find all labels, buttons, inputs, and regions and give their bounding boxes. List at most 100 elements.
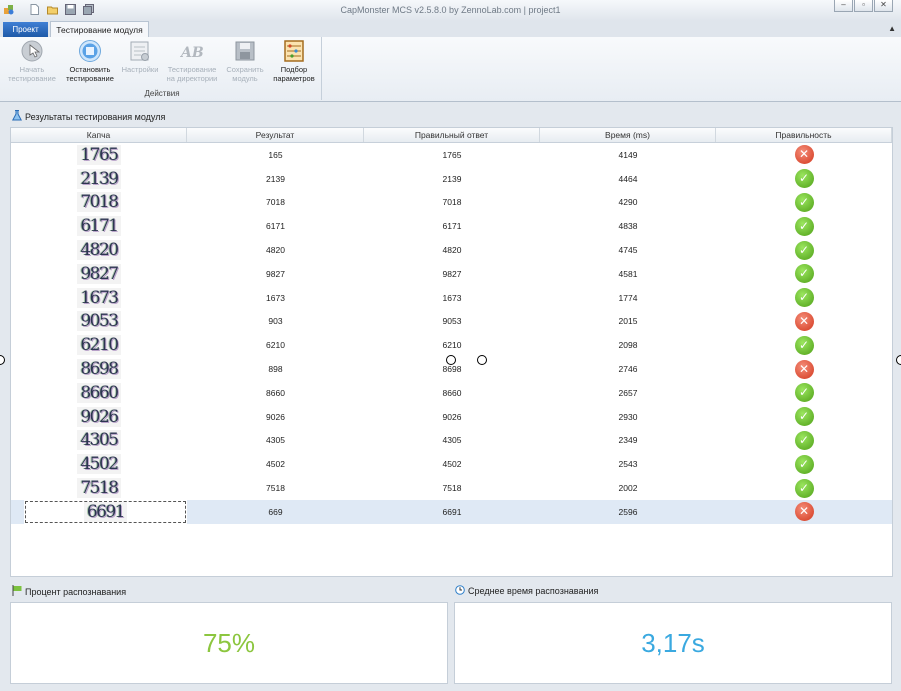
check-icon: ✓ [794, 264, 814, 284]
table-row[interactable]: 1673 1673 1673 1774 ✓ [11, 286, 892, 310]
result-cell: 7518 [266, 483, 285, 494]
time-cell: 4464 [618, 173, 638, 184]
cross-icon: ✕ [794, 502, 814, 522]
column-header-correctness[interactable]: Правильность [716, 128, 892, 142]
tab-project[interactable]: Проект [3, 22, 48, 37]
table-row[interactable]: 4502 4502 4502 2543 ✓ [11, 452, 892, 476]
time-cell: 2596 [618, 506, 638, 517]
captcha-image: 9827 [11, 262, 187, 286]
maximize-button[interactable]: ▫ [854, 0, 873, 12]
result-cell: 165 [268, 149, 283, 160]
time-cell: 2930 [618, 411, 638, 422]
time-cell: 2543 [618, 459, 638, 470]
avg-time-title: Среднее время распознавания [455, 585, 598, 597]
correctness-cell: ✓ [716, 335, 892, 355]
close-button[interactable]: ✕ [874, 0, 893, 12]
time-cell: 2015 [618, 316, 638, 327]
stop-icon [78, 39, 102, 63]
answer-cell: 7018 [442, 197, 462, 208]
recognition-percent-value: 75% [202, 628, 256, 658]
table-row[interactable]: 7018 7018 7018 4290 ✓ [11, 191, 892, 215]
table-row[interactable]: 8660 8660 8660 2657 ✓ [11, 381, 892, 405]
cross-icon: ✕ [794, 145, 814, 165]
table-row[interactable]: 6171 6171 6171 4838 ✓ [11, 214, 892, 238]
result-cell: 9026 [266, 411, 285, 422]
save-module-button[interactable]: Сохранить модуль [223, 39, 267, 83]
check-icon: ✓ [794, 430, 814, 450]
table-row[interactable]: 4305 4305 4305 2349 ✓ [11, 429, 892, 453]
answer-cell: 8660 [442, 387, 462, 398]
column-header-captcha[interactable]: Капча [11, 128, 187, 142]
captcha-image: 6171 [11, 214, 187, 238]
table-row[interactable]: 2139 2139 2139 4464 ✓ [11, 167, 892, 191]
captcha-image: 9053 [11, 310, 187, 334]
table-row[interactable]: 9827 9827 9827 4581 ✓ [11, 262, 892, 286]
result-cell: 4305 [266, 435, 285, 446]
settings-button[interactable]: Настройки [119, 39, 161, 75]
column-header-answer[interactable]: Правильный ответ [364, 128, 540, 142]
column-header-result[interactable]: Результат [187, 128, 364, 142]
check-icon: ✓ [794, 288, 814, 308]
results-table[interactable]: Капча Результат Правильный ответ Время (… [10, 127, 893, 577]
check-icon: ✓ [794, 383, 814, 403]
table-row[interactable]: 7518 7518 7518 2002 ✓ [11, 476, 892, 500]
time-cell: 4745 [618, 245, 638, 256]
captcha-image: 1673 [11, 286, 187, 310]
correctness-cell: ✓ [716, 407, 892, 427]
check-icon: ✓ [794, 335, 814, 355]
table-row[interactable]: 6691 669 6691 2596 ✕ [11, 499, 892, 524]
result-cell: 8660 [266, 387, 285, 398]
table-row[interactable]: 6210 6210 6210 2098 ✓ [11, 333, 892, 357]
captcha-image: 6691 [24, 499, 187, 524]
captcha-image: 9026 [11, 405, 187, 429]
minimize-button[interactable]: – [834, 0, 853, 12]
time-cell: 2746 [618, 364, 638, 375]
collapse-ribbon-icon[interactable]: ▲ [888, 24, 896, 33]
result-cell: 4820 [266, 245, 285, 256]
selection-handle[interactable] [896, 355, 901, 365]
answer-cell: 4305 [442, 435, 462, 446]
stop-testing-button[interactable]: Остановить тестирование [61, 39, 119, 83]
column-header-time[interactable]: Время (ms) [540, 128, 716, 142]
selection-handle[interactable] [0, 355, 5, 365]
table-row[interactable]: 4820 4820 4820 4745 ✓ [11, 238, 892, 262]
answer-cell: 4820 [442, 245, 462, 256]
avg-time-value: 3,17s [641, 628, 705, 658]
table-body: 1765 165 1765 4149 ✕ 2139 2139 2139 4464 ✓ 7018 701… [11, 143, 892, 524]
directory-testing-button[interactable]: AB Тестирование на директории [163, 39, 221, 83]
result-cell: 2139 [266, 173, 285, 184]
svg-text:AB: AB [180, 45, 204, 61]
start-icon [20, 39, 44, 63]
correctness-cell: ✕ [716, 145, 892, 165]
table-row[interactable]: 1765 165 1765 4149 ✕ [11, 143, 892, 167]
start-testing-button[interactable]: Начать тестирование [5, 39, 59, 83]
time-cell: 1774 [618, 292, 638, 303]
check-icon: ✓ [794, 454, 814, 474]
correctness-cell: ✕ [716, 359, 892, 379]
table-row[interactable]: 9026 9026 9026 2930 ✓ [11, 405, 892, 429]
correctness-cell: ✕ [716, 502, 892, 522]
settings-icon [128, 39, 152, 63]
table-row[interactable]: 9053 903 9053 2015 ✕ [11, 310, 892, 334]
cross-icon: ✕ [794, 311, 814, 331]
cross-icon: ✕ [794, 359, 814, 379]
ribbon: Начать тестирование Остановить тестирова… [0, 37, 901, 102]
ribbon-tabs: Проект Тестирование модуля ▲ [0, 21, 901, 38]
correctness-cell: ✓ [716, 288, 892, 308]
check-icon: ✓ [794, 478, 814, 498]
check-icon: ✓ [794, 169, 814, 189]
parameter-selection-button[interactable]: Подбор параметров [269, 39, 319, 83]
selection-handle[interactable] [446, 355, 456, 365]
result-cell: 903 [268, 316, 283, 327]
answer-cell: 2139 [442, 173, 462, 184]
captcha-image: 8660 [11, 381, 187, 405]
time-cell: 4290 [618, 197, 638, 208]
tab-module-testing[interactable]: Тестирование модуля [50, 21, 149, 38]
correctness-cell: ✕ [716, 311, 892, 331]
captcha-image: 2139 [11, 167, 187, 191]
title-bar: CapMonster MCS v2.5.8.0 by ZennoLab.com … [0, 0, 901, 21]
captcha-image: 4305 [11, 429, 187, 453]
selection-handle[interactable] [477, 355, 487, 365]
time-cell: 4149 [618, 149, 638, 160]
correctness-cell: ✓ [716, 383, 892, 403]
